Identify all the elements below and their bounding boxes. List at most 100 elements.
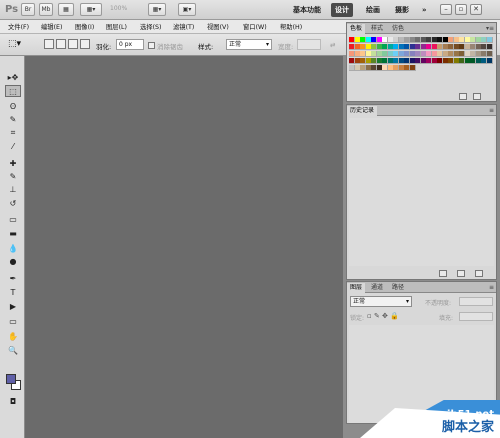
dodge-icon[interactable]: ● xyxy=(5,256,21,268)
new-swatch-icon[interactable] xyxy=(459,93,467,100)
history-panel-tabs: 历史记录 ≡ xyxy=(347,105,496,116)
new-document-from-state-icon[interactable] xyxy=(439,270,447,277)
zoom-level[interactable]: 100% xyxy=(110,5,127,12)
create-snapshot-icon[interactable] xyxy=(457,270,465,277)
history-brush-icon[interactable]: ↺ xyxy=(5,198,21,210)
history-list[interactable] xyxy=(349,118,494,266)
workspace-photography[interactable]: 摄影 xyxy=(391,3,413,17)
opacity-label: 不透明度: xyxy=(425,300,452,307)
menu-window[interactable]: 窗口(W) xyxy=(243,22,267,31)
panel-menu-icon[interactable]: ▾≡ xyxy=(486,25,494,32)
tab-layers[interactable]: 图层 xyxy=(347,283,366,293)
brush-icon[interactable]: ✎ xyxy=(5,171,21,183)
new-selection-icon[interactable] xyxy=(44,39,54,49)
mini-bridge-button[interactable]: Mb xyxy=(39,3,53,16)
color-swatch[interactable] xyxy=(486,37,493,43)
width-label: 宽度: xyxy=(278,43,294,51)
maximize-button[interactable]: ▫ xyxy=(455,4,467,15)
blend-mode-value: 正常 xyxy=(353,298,366,305)
color-swatch[interactable] xyxy=(486,44,493,50)
color-swatch[interactable] xyxy=(486,51,493,57)
quick-mask-icon[interactable]: ◘ xyxy=(5,396,21,408)
more-workspaces-button[interactable]: » xyxy=(418,3,431,17)
shape-icon[interactable]: ▭ xyxy=(5,316,21,328)
bridge-button[interactable]: Br xyxy=(21,3,35,16)
arrange-documents-button[interactable]: ▦▾ xyxy=(148,3,166,16)
menu-select[interactable]: 选择(S) xyxy=(140,22,162,31)
swatches-panel: 色板 样式 仿色 ▾≡ xyxy=(346,22,497,102)
history-panel: 历史记录 ≡ xyxy=(346,104,497,280)
blend-mode-select[interactable]: 正常 ▾ xyxy=(350,296,412,307)
layers-panel-tabs: 图层 通道 路径 ≡ xyxy=(347,282,496,293)
workspace-essentials[interactable]: 基本功能 xyxy=(289,3,325,17)
hand-icon[interactable]: ✋ xyxy=(5,331,21,343)
menu-edit[interactable]: 编辑(E) xyxy=(41,22,63,31)
color-swatch[interactable] xyxy=(409,65,416,71)
feather-label: 羽化: xyxy=(96,43,112,51)
menu-layer[interactable]: 图层(L) xyxy=(106,22,127,31)
gradient-icon[interactable]: ▬ xyxy=(5,228,21,240)
chevron-down-icon: ▾ xyxy=(265,41,269,48)
fill-label: 填充: xyxy=(439,315,454,322)
fill-input[interactable] xyxy=(459,312,493,321)
minimize-button[interactable]: – xyxy=(440,4,452,15)
add-selection-icon[interactable] xyxy=(56,39,66,49)
feather-input[interactable]: 0 px xyxy=(116,39,144,50)
app-logo: Ps xyxy=(5,4,19,15)
subtract-selection-icon[interactable] xyxy=(68,39,78,49)
style-label: 样式: xyxy=(198,43,214,51)
type-icon[interactable]: T xyxy=(5,287,21,299)
view-extras-button[interactable]: ▦ xyxy=(58,3,74,16)
menu-image[interactable]: 图像(I) xyxy=(75,22,94,31)
healing-brush-icon[interactable]: ✚ xyxy=(5,158,21,170)
tab-dither[interactable]: 仿色 xyxy=(389,24,407,34)
zoom-icon[interactable]: 🔍 xyxy=(5,345,21,357)
antialias-label: 消除锯齿 xyxy=(157,43,183,51)
lock-label: 锁定: xyxy=(350,315,365,322)
pen-icon[interactable]: ✒ xyxy=(5,273,21,285)
document-canvas-area[interactable] xyxy=(26,56,343,438)
swatches-panel-tabs: 色板 样式 仿色 ▾≡ xyxy=(347,23,496,34)
style-select[interactable]: 正常 ▾ xyxy=(226,39,272,50)
delete-swatch-icon[interactable] xyxy=(473,93,481,100)
swap-icon[interactable]: ⇄ xyxy=(330,41,335,49)
zoom-tool-button[interactable]: ▦▾ xyxy=(80,3,102,16)
panel-menu-icon[interactable]: ≡ xyxy=(489,284,494,291)
foreground-color-swatch[interactable] xyxy=(6,374,16,384)
tool-preset-icon[interactable]: ⬚▾ xyxy=(8,39,21,49)
panel-menu-icon[interactable]: ≡ xyxy=(489,107,494,114)
width-input[interactable] xyxy=(297,39,321,50)
blur-icon[interactable]: 💧 xyxy=(5,243,21,255)
menu-file[interactable]: 文件(F) xyxy=(8,22,29,31)
tab-history[interactable]: 历史记录 xyxy=(347,106,378,116)
clone-stamp-icon[interactable]: ⊥ xyxy=(5,184,21,196)
delete-state-icon[interactable] xyxy=(475,270,483,277)
crop-icon[interactable]: ⌗ xyxy=(5,127,21,139)
close-button[interactable]: ✕ xyxy=(470,4,482,15)
lock-icons[interactable]: ▫ ✎ ✥ 🔒 xyxy=(367,312,399,320)
move-icon[interactable]: ▸✥ xyxy=(5,72,21,84)
intersect-selection-icon[interactable] xyxy=(80,39,90,49)
toolbox: ▸✥ ⬚ ʘ ✎ ⌗ ⁄ ✚ ✎ ⊥ ↺ ▭ ▬ 💧 ● ✒ T ▶ ▭ ✋ 🔍 ◘ xyxy=(0,56,25,438)
menu-filter[interactable]: 滤镜(T) xyxy=(173,22,194,31)
tab-swatches[interactable]: 色板 xyxy=(347,24,366,34)
menu-help[interactable]: 帮助(H) xyxy=(280,22,302,31)
lasso-icon[interactable]: ʘ xyxy=(5,101,21,113)
marquee-icon[interactable]: ⬚ xyxy=(5,85,21,97)
path-select-icon[interactable]: ▶ xyxy=(5,301,21,313)
menu-view[interactable]: 视图(V) xyxy=(207,22,229,31)
eyedropper-icon[interactable]: ⁄ xyxy=(5,141,21,153)
title-bar: Ps Br Mb ▦ ▦▾ 100% ▦▾ ▣▾ 基本功能 设计 绘画 摄影 »… xyxy=(0,0,500,20)
tab-paths[interactable]: 路径 xyxy=(389,283,407,293)
tab-channels[interactable]: 通道 xyxy=(368,283,386,293)
eraser-icon[interactable]: ▭ xyxy=(5,214,21,226)
quick-select-icon[interactable]: ✎ xyxy=(5,114,21,126)
tab-styles[interactable]: 样式 xyxy=(368,24,386,34)
antialias-checkbox[interactable] xyxy=(148,42,155,49)
workspace-design[interactable]: 设计 xyxy=(331,3,353,17)
workspace-painting[interactable]: 绘画 xyxy=(362,3,384,17)
screen-mode-button[interactable]: ▣▾ xyxy=(178,3,196,16)
watermark-site-name: 脚本之家 xyxy=(441,420,494,435)
color-swatch[interactable] xyxy=(486,58,493,64)
opacity-input[interactable] xyxy=(459,297,493,306)
